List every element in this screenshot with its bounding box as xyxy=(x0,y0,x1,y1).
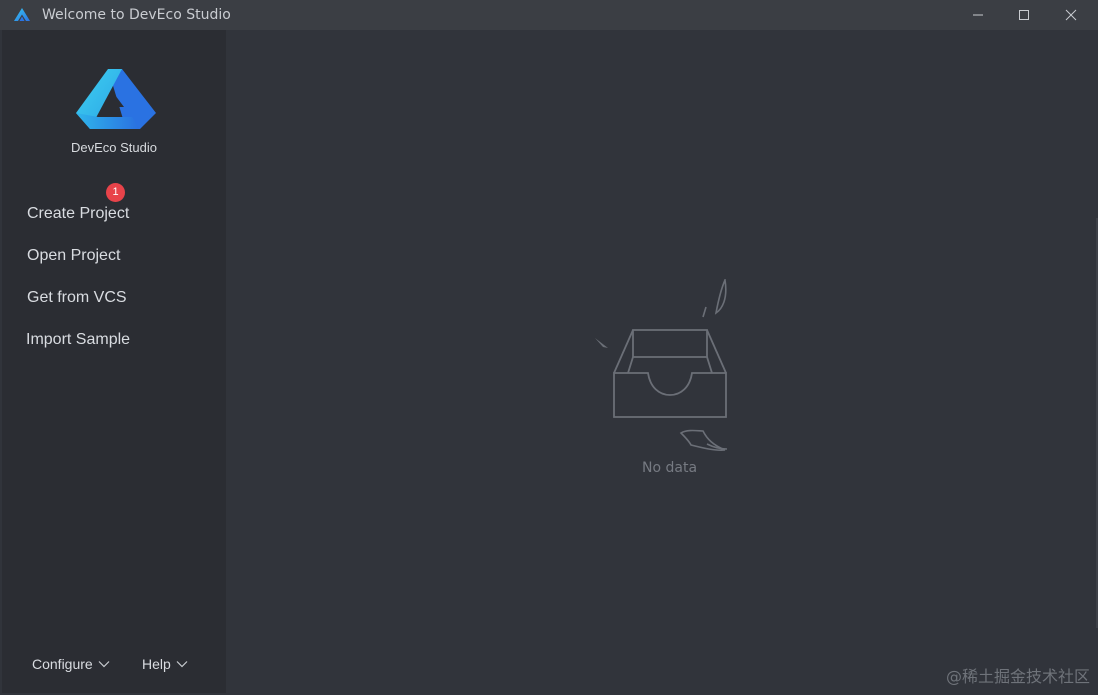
main-content: No data xyxy=(226,30,1096,693)
chevron-down-icon xyxy=(176,661,188,668)
chevron-down-icon xyxy=(98,661,110,668)
help-menu-label: Help xyxy=(142,656,171,672)
maximize-icon xyxy=(1019,10,1029,20)
close-button[interactable] xyxy=(1048,0,1094,30)
get-from-vcs-link[interactable]: Get from VCS xyxy=(27,289,127,307)
empty-state-text: No data xyxy=(642,460,698,476)
sidebar: DevEco Studio Create Project 1 Open Proj… xyxy=(2,30,226,693)
help-menu[interactable]: Help xyxy=(142,656,188,672)
close-icon xyxy=(1065,9,1077,21)
welcome-window: Welcome to DevEco Studio DevEco Studio C… xyxy=(0,0,1098,695)
notification-badge: 1 xyxy=(106,183,125,202)
configure-menu-label: Configure xyxy=(32,656,93,672)
configure-menu[interactable]: Configure xyxy=(32,656,110,672)
window-title: Welcome to DevEco Studio xyxy=(42,7,231,23)
minimize-button[interactable] xyxy=(955,0,1001,30)
import-sample-link[interactable]: Import Sample xyxy=(26,331,130,349)
deveco-logo-icon xyxy=(14,8,30,21)
minimize-icon xyxy=(973,14,983,16)
title-bar: Welcome to DevEco Studio xyxy=(0,0,1098,30)
create-project-link[interactable]: Create Project xyxy=(27,205,129,223)
empty-inbox-icon xyxy=(595,279,728,451)
deveco-studio-logo-icon xyxy=(76,69,156,129)
watermark: @稀土掘金技术社区 xyxy=(945,667,1090,686)
maximize-button[interactable] xyxy=(1001,0,1047,30)
open-project-link[interactable]: Open Project xyxy=(27,247,120,265)
brand-name: DevEco Studio xyxy=(71,140,157,155)
